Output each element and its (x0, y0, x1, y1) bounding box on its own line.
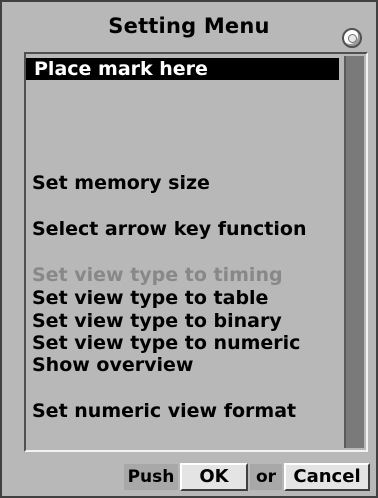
list-item-view-numeric[interactable]: Set view type to numeric (32, 332, 336, 354)
menu-list: Place mark here Set memory size Select a… (26, 54, 342, 450)
list-item-show-overview[interactable]: Show overview (32, 354, 336, 376)
list-item-view-binary[interactable]: Set view type to binary (32, 310, 336, 332)
list-item-select-arrow-key[interactable]: Select arrow key function (32, 218, 336, 240)
list-item-view-table[interactable]: Set view type to table (32, 287, 336, 309)
list-scrollbar[interactable] (344, 56, 364, 448)
list-item-set-memory-size[interactable]: Set memory size (32, 172, 336, 194)
close-icon[interactable] (342, 28, 362, 48)
menu-list-panel: Place mark here Set memory size Select a… (24, 52, 368, 452)
window-title: Setting Menu (108, 14, 270, 38)
setting-menu-window: Setting Menu Place mark here Set memory … (0, 0, 378, 498)
list-item-view-timing: Set view type to timing (32, 264, 283, 286)
list-item-place-mark[interactable]: Place mark here (26, 58, 339, 80)
push-label: Push (124, 464, 178, 490)
list-item-numeric-view-format[interactable]: Set numeric view format (32, 400, 336, 422)
cancel-button[interactable]: Cancel (284, 463, 370, 491)
or-label: or (250, 464, 282, 490)
ok-button[interactable]: OK (180, 463, 248, 491)
